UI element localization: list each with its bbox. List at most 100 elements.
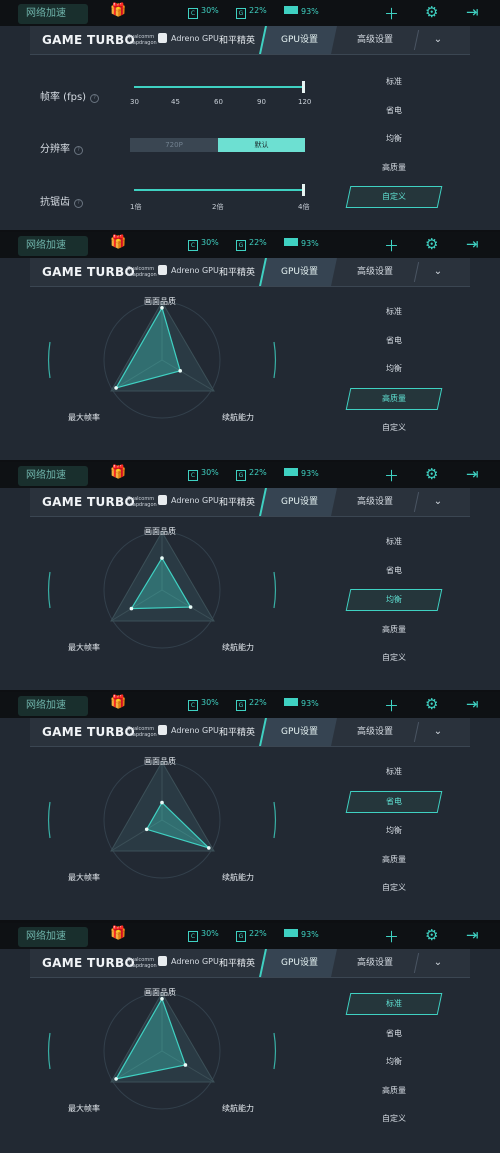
antialias-slider-thumb[interactable] xyxy=(302,184,305,196)
axis-label-max-fps: 最大帧率 xyxy=(68,873,100,882)
preset-list: 标准省电均衡高质量自定义 xyxy=(345,72,443,217)
resolution-default-option[interactable]: 默认 xyxy=(218,138,305,152)
radar-svg xyxy=(48,761,276,879)
preset-list: 标准省电均衡高质量自定义 xyxy=(345,532,443,677)
network-boost-button[interactable]: 网络加速 xyxy=(18,4,88,24)
help-icon: ? xyxy=(74,146,83,155)
right-arc-icon xyxy=(273,571,276,609)
gift-icon[interactable]: 🎁 xyxy=(110,3,126,18)
left-arc-icon xyxy=(48,1032,51,1070)
tab-advanced-settings[interactable]: 高级设置 xyxy=(340,949,410,977)
fps-slider[interactable] xyxy=(134,86,304,88)
preset-option[interactable]: 自定义 xyxy=(348,648,440,668)
right-arc-icon xyxy=(273,1032,276,1070)
performance-radar-chart: 画面品质 最大帧率 续航能力 xyxy=(40,462,290,690)
preset-option[interactable]: 自定义 xyxy=(348,1109,440,1129)
robot-icon[interactable]: ⚙ xyxy=(425,465,438,483)
preset-option[interactable]: 省电 xyxy=(348,561,440,581)
plus-icon[interactable]: ＋ xyxy=(384,3,399,24)
radar-point-fps xyxy=(129,606,134,611)
chevron-down-icon[interactable]: ⌄ xyxy=(428,488,448,516)
resolution-label: 分辨率? xyxy=(40,140,83,155)
preset-option[interactable]: 自定义 xyxy=(348,878,440,898)
plus-icon[interactable]: ＋ xyxy=(384,926,399,947)
preset-option[interactable]: 高质量 xyxy=(348,850,440,870)
preset-option[interactable]: 省电 xyxy=(348,331,440,351)
radar-point-battery xyxy=(178,369,182,373)
exit-icon[interactable]: ⇥ xyxy=(466,926,479,944)
preset-option[interactable]: 均衡 xyxy=(345,589,443,611)
battery-stat: 93% xyxy=(284,6,319,16)
preset-option[interactable]: 标准 xyxy=(348,302,440,322)
antialias-slider[interactable] xyxy=(134,189,304,191)
exit-icon[interactable]: ⇥ xyxy=(466,465,479,483)
robot-icon[interactable]: ⚙ xyxy=(425,3,438,21)
robot-icon[interactable]: ⚙ xyxy=(425,235,438,253)
axis-label-max-fps: 最大帧率 xyxy=(68,413,100,422)
aa-tick: 2倍 xyxy=(212,203,224,211)
fps-slider-thumb[interactable] xyxy=(302,81,305,93)
tab-advanced-settings[interactable]: 高级设置 xyxy=(340,258,410,286)
right-arc-icon xyxy=(273,341,276,379)
aa-tick: 4倍 xyxy=(298,203,310,211)
gpu-settings-panel-custom: 网络加速 🎁 C 30% G 22% 93% ＋ ⚙ ⇥ GAME TURBO Qu… xyxy=(0,0,500,230)
radar-point-battery xyxy=(188,605,193,609)
chevron-down-icon[interactable]: ⌄ xyxy=(428,26,448,54)
tab-advanced-settings[interactable]: 高级设置 xyxy=(340,26,410,54)
preset-list: 标准省电均衡高质量自定义 xyxy=(345,302,443,447)
chevron-down-icon[interactable]: ⌄ xyxy=(428,949,448,977)
help-icon: ? xyxy=(74,199,83,208)
robot-icon[interactable]: ⚙ xyxy=(425,695,438,713)
exit-icon[interactable]: ⇥ xyxy=(466,695,479,713)
preset-option[interactable]: 均衡 xyxy=(348,821,440,841)
radar-point-quality xyxy=(160,556,164,560)
antialias-label: 抗锯齿? xyxy=(40,193,83,208)
preset-option[interactable]: 省电 xyxy=(348,101,440,121)
preset-option[interactable]: 高质量 xyxy=(348,620,440,640)
preset-option[interactable]: 标准 xyxy=(348,72,440,92)
plus-icon[interactable]: ＋ xyxy=(384,695,399,716)
preset-option[interactable]: 高质量 xyxy=(348,158,440,178)
axis-label-battery: 续航能力 xyxy=(222,643,254,652)
preset-option[interactable]: 均衡 xyxy=(348,129,440,149)
axis-label-quality: 画面品质 xyxy=(144,988,176,997)
radar-point-battery xyxy=(207,846,211,850)
exit-icon[interactable]: ⇥ xyxy=(466,235,479,253)
performance-radar-chart: 画面品质 最大帧率 续航能力 xyxy=(40,923,290,1151)
preset-option[interactable]: 标准 xyxy=(345,993,443,1015)
exit-icon[interactable]: ⇥ xyxy=(466,3,479,21)
game-name: 和平精英 xyxy=(219,36,256,46)
plus-icon[interactable]: ＋ xyxy=(384,235,399,256)
axis-label-quality: 画面品质 xyxy=(144,527,176,536)
left-arc-icon xyxy=(48,801,51,839)
chevron-down-icon[interactable]: ⌄ xyxy=(428,258,448,286)
gpu-name: Adreno GPU xyxy=(171,34,219,43)
chevron-down-icon[interactable]: ⌄ xyxy=(428,718,448,746)
gpu-stat: G 22% xyxy=(236,6,267,19)
preset-option[interactable]: 高质量 xyxy=(345,387,443,410)
preset-option[interactable]: 自定义 xyxy=(345,186,443,208)
preset-option[interactable]: 省电 xyxy=(348,1024,440,1044)
tab-advanced-settings[interactable]: 高级设置 xyxy=(340,718,410,746)
chip-brand: Qualcomm snapdragon xyxy=(127,34,157,46)
fps-tick: 45 xyxy=(171,98,180,106)
axis-label-quality: 画面品质 xyxy=(144,757,176,766)
preset-option[interactable]: 标准 xyxy=(348,532,440,552)
tab-gpu-settings[interactable]: GPU设置 xyxy=(259,26,337,54)
preset-option[interactable]: 高质量 xyxy=(348,1081,440,1101)
resolution-720p-option[interactable]: 720P xyxy=(130,138,218,152)
preset-option[interactable]: 均衡 xyxy=(348,359,440,379)
radar-point-fps xyxy=(114,386,118,390)
axis-label-max-fps: 最大帧率 xyxy=(68,1104,100,1113)
preset-option[interactable]: 自定义 xyxy=(348,418,440,438)
plus-icon[interactable]: ＋ xyxy=(384,465,399,486)
preset-option[interactable]: 省电 xyxy=(345,790,443,813)
axis-label-battery: 续航能力 xyxy=(222,413,254,422)
tab-advanced-settings[interactable]: 高级设置 xyxy=(340,488,410,516)
preset-option[interactable]: 标准 xyxy=(348,762,440,782)
gpu-settings-panel-standard: 网络加速 🎁 C 30% G 22% 93% ＋ ⚙ ⇥ GAME TURBO Qu… xyxy=(0,923,500,1153)
robot-icon[interactable]: ⚙ xyxy=(425,926,438,944)
left-arc-icon xyxy=(48,571,51,609)
gpu-settings-panel-high-quality: 网络加速 🎁 C 30% G 22% 93% ＋ ⚙ ⇥ GAME TURBO Qu… xyxy=(0,232,500,460)
preset-option[interactable]: 均衡 xyxy=(348,1052,440,1072)
